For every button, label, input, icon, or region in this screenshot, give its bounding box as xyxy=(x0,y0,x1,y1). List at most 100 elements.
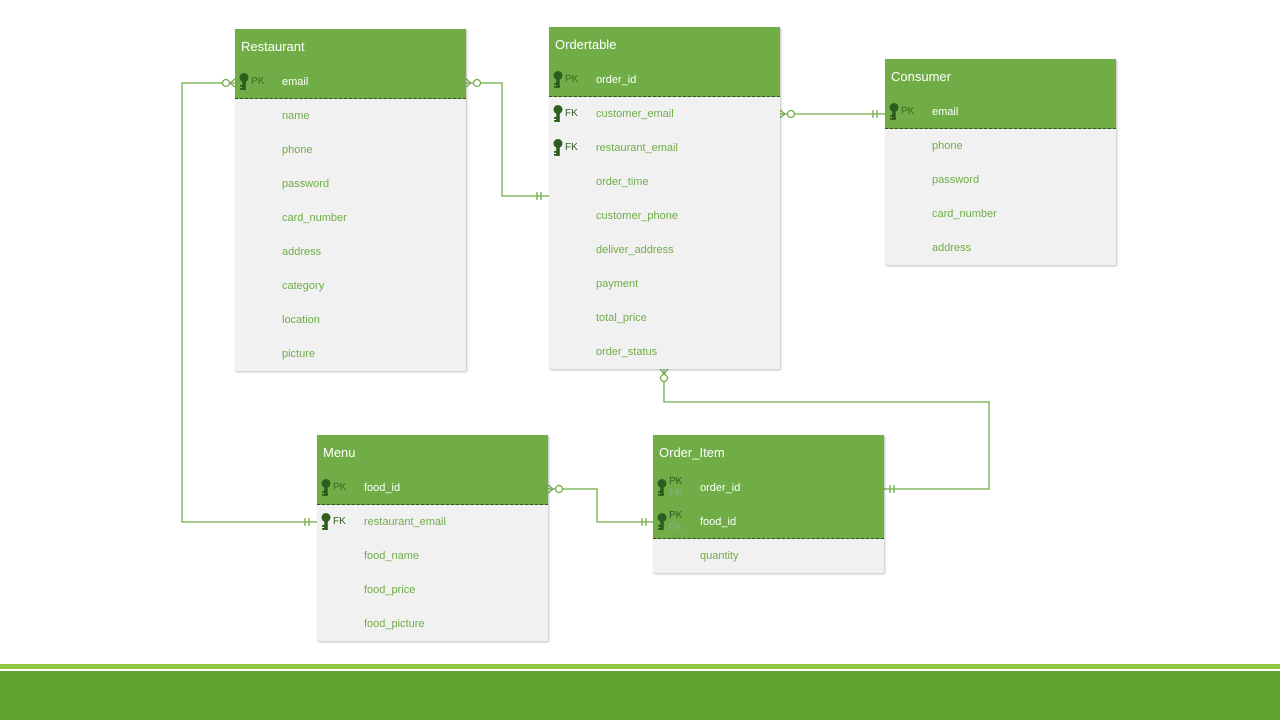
key-type-label: PK xyxy=(669,476,683,487)
field-name: restaurant_email xyxy=(364,516,446,528)
key-type-label: PK xyxy=(565,74,579,85)
key-icon xyxy=(657,513,667,530)
order-item-field-row[interactable]: PK FK food_id xyxy=(653,505,884,539)
ordertable-entity-title: Ordertable xyxy=(549,27,780,63)
field-name: address xyxy=(282,246,322,258)
ordertable-entity[interactable]: Ordertable PK order_id FK customer_email FK r… xyxy=(549,27,780,369)
key-icon xyxy=(553,139,563,156)
field-name: email xyxy=(282,76,309,88)
key-icon xyxy=(657,479,667,496)
key-type-label: FK xyxy=(669,488,682,499)
field-name: customer_phone xyxy=(596,210,678,222)
key-type-label: FK xyxy=(565,142,578,153)
field-name: total_price xyxy=(596,312,647,324)
field-name: customer_email xyxy=(596,108,674,120)
key-type-label: PK xyxy=(901,106,915,117)
zero-or-many-marker xyxy=(554,484,564,494)
ordertable-field-row[interactable]: FK restaurant_email xyxy=(549,131,780,165)
restaurant-field-row[interactable]: name xyxy=(235,99,466,133)
ordertable-field-row[interactable]: order_time xyxy=(549,165,780,199)
ordertable-field-row[interactable]: total_price xyxy=(549,301,780,335)
menu-field-row[interactable]: food_price xyxy=(317,573,548,607)
restaurant-field-row[interactable]: phone xyxy=(235,133,466,167)
field-name: phone xyxy=(932,140,963,152)
key-type-label: PK xyxy=(333,482,347,493)
key-icon xyxy=(239,73,249,90)
zero-or-many-marker xyxy=(659,373,669,383)
field-name: category xyxy=(282,280,325,292)
consumer-field-row[interactable]: address xyxy=(885,231,1116,265)
order-item-entity[interactable]: Order_Item PK FK order_id PK FK food_id quanti… xyxy=(653,435,884,573)
key-type-label: FK xyxy=(565,108,578,119)
key-icon xyxy=(553,105,563,122)
field-name: deliver_address xyxy=(596,244,674,256)
restaurant-entity[interactable]: Restaurant PK email name phone password card_… xyxy=(235,29,466,371)
ordertable-field-row[interactable]: PK order_id xyxy=(549,63,780,97)
menu-field-row[interactable]: PK food_id xyxy=(317,471,548,505)
restaurant-field-row[interactable]: password xyxy=(235,167,466,201)
field-name: payment xyxy=(596,278,639,290)
order-item-field-row[interactable]: quantity xyxy=(653,539,884,573)
field-name: order_status xyxy=(596,346,658,358)
field-name: name xyxy=(282,110,310,122)
consumer-field-row[interactable]: card_number xyxy=(885,197,1116,231)
footer-bar xyxy=(0,671,1280,720)
field-name: picture xyxy=(282,348,316,360)
consumer-field-row[interactable]: phone xyxy=(885,129,1116,163)
menu-field-row[interactable]: food_picture xyxy=(317,607,548,641)
menu-field-row[interactable]: FK restaurant_email xyxy=(317,505,548,539)
menu-entity-title: Menu xyxy=(317,435,548,471)
consumer-field-row[interactable]: password xyxy=(885,163,1116,197)
field-name: location xyxy=(282,314,320,326)
key-type-label: FK xyxy=(333,516,346,527)
field-name: card_number xyxy=(932,208,997,220)
key-type-label: PK xyxy=(251,76,265,87)
field-name: order_id xyxy=(700,482,741,494)
order-item-entity-title: Order_Item xyxy=(653,435,884,471)
restaurant-ordertable-connector xyxy=(466,82,549,197)
consumer-entity-title: Consumer xyxy=(885,59,1116,95)
field-name: order_id xyxy=(596,74,637,86)
key-icon xyxy=(321,479,331,496)
field-name: food_name xyxy=(364,550,420,562)
zero-or-many-marker xyxy=(221,78,231,88)
field-name: food_id xyxy=(364,482,401,494)
field-name: food_price xyxy=(364,584,416,596)
field-name: password xyxy=(282,178,330,190)
menu-field-row[interactable]: food_name xyxy=(317,539,548,573)
field-name: card_number xyxy=(282,212,347,224)
restaurant-field-row[interactable]: location xyxy=(235,303,466,337)
ordertable-field-row[interactable]: customer_phone xyxy=(549,199,780,233)
restaurant-field-row[interactable]: picture xyxy=(235,337,466,371)
consumer-field-row[interactable]: PK email xyxy=(885,95,1116,129)
field-name: order_time xyxy=(596,176,649,188)
field-name: food_picture xyxy=(364,618,425,630)
ordertable-field-row[interactable]: FK customer_email xyxy=(549,97,780,131)
restaurant-field-row[interactable]: address xyxy=(235,235,466,269)
field-name: restaurant_email xyxy=(596,142,678,154)
menu-orderitem-connector xyxy=(548,488,653,523)
key-type-label: FK xyxy=(669,522,682,533)
menu-entity[interactable]: Menu PK food_id FK restaurant_email food_nam… xyxy=(317,435,548,641)
footer-accent-line xyxy=(0,664,1280,669)
key-type-label: PK xyxy=(669,510,683,521)
restaurant-field-row[interactable]: card_number xyxy=(235,201,466,235)
field-name: food_id xyxy=(700,516,737,528)
zero-or-many-marker xyxy=(472,78,482,88)
restaurant-entity-title: Restaurant xyxy=(235,29,466,65)
order-item-field-row[interactable]: PK FK order_id xyxy=(653,471,884,505)
field-name: address xyxy=(932,242,972,254)
field-name: password xyxy=(932,174,980,186)
ordertable-field-row[interactable]: deliver_address xyxy=(549,233,780,267)
field-name: quantity xyxy=(700,550,739,562)
ordertable-field-row[interactable]: payment xyxy=(549,267,780,301)
field-name: email xyxy=(932,106,959,118)
key-icon xyxy=(553,71,563,88)
restaurant-field-row[interactable]: PK email xyxy=(235,65,466,99)
ordertable-field-row[interactable]: order_status xyxy=(549,335,780,369)
key-icon xyxy=(321,513,331,530)
zero-or-many-marker xyxy=(786,109,796,119)
consumer-entity[interactable]: Consumer PK email phone password card_number… xyxy=(885,59,1116,265)
restaurant-field-row[interactable]: category xyxy=(235,269,466,303)
field-name: phone xyxy=(282,144,313,156)
